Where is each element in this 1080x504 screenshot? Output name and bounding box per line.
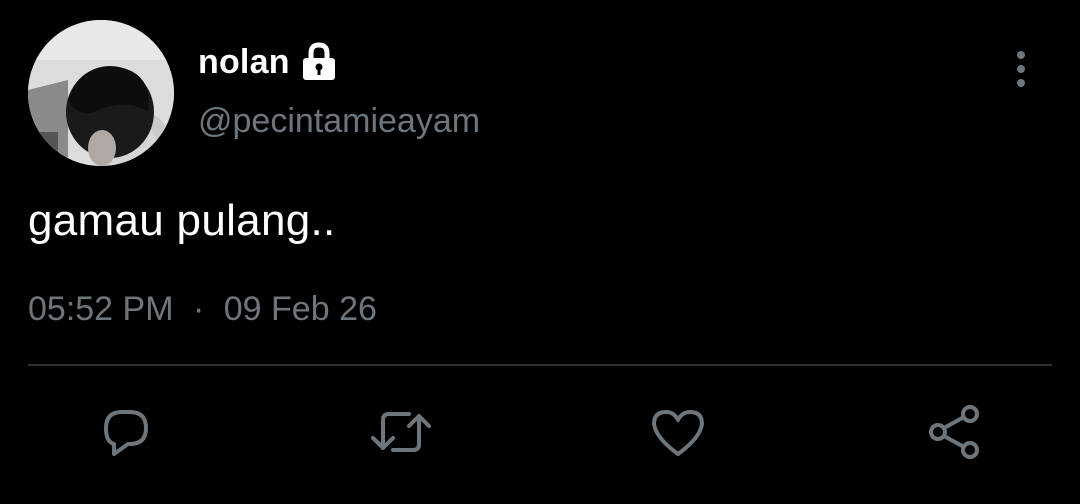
tweet-date: 09 Feb 26 — [223, 290, 377, 328]
retweet-icon — [369, 404, 433, 460]
profile-photo — [28, 20, 174, 166]
timestamp-separator: · — [192, 290, 205, 328]
tweet-card: nolan @pecintamieayam gamau pulang.. 05:… — [0, 0, 1080, 504]
share-icon — [924, 402, 984, 462]
avatar[interactable] — [28, 20, 174, 166]
timestamp[interactable]: 05:52 PM · 09 Feb 26 — [28, 290, 377, 329]
tweet-time: 05:52 PM — [28, 290, 174, 328]
reply-button[interactable] — [94, 400, 158, 464]
user-handle[interactable]: @pecintamieayam — [198, 102, 480, 141]
like-button[interactable] — [646, 400, 710, 464]
display-name[interactable]: nolan — [198, 43, 290, 82]
tweet-text: gamau pulang.. — [28, 196, 336, 245]
share-button[interactable] — [922, 400, 986, 464]
retweet-button[interactable] — [369, 400, 433, 464]
more-vertical-icon[interactable] — [1005, 50, 1037, 88]
lock-icon — [300, 42, 338, 82]
like-icon — [648, 404, 708, 460]
reply-icon — [98, 404, 154, 460]
display-name-row: nolan — [198, 38, 338, 86]
divider — [28, 364, 1052, 366]
